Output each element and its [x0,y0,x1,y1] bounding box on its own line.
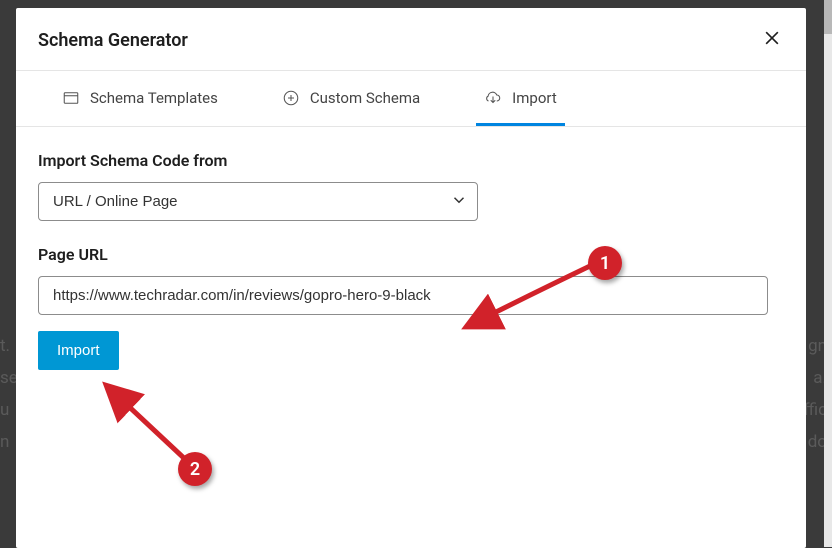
scroll-thumb[interactable] [824,0,832,34]
url-label: Page URL [38,245,784,264]
scrollbar[interactable] [824,0,832,547]
tab-label: Custom Schema [310,89,420,107]
modal-body: Import Schema Code from Page URL Import [16,127,806,394]
templates-icon [62,89,80,107]
schema-generator-modal: Schema Generator Schema Templates Custom… [16,8,806,548]
source-select[interactable] [38,182,478,221]
modal-header: Schema Generator [16,8,806,71]
tabs: Schema Templates Custom Schema Import [16,71,806,127]
page-url-input[interactable] [38,276,768,315]
close-button[interactable] [760,28,784,52]
plus-circle-icon [282,89,300,107]
url-input-wrap [38,276,784,315]
tab-label: Import [512,89,557,107]
import-button[interactable]: Import [38,331,119,370]
source-label: Import Schema Code from [38,151,784,170]
cloud-download-icon [484,89,502,107]
source-select-wrap [38,182,478,221]
modal-title: Schema Generator [38,30,188,51]
tab-label: Schema Templates [90,89,218,107]
tab-import[interactable]: Import [476,71,565,126]
close-icon [762,28,782,52]
tab-schema-templates[interactable]: Schema Templates [54,71,226,126]
tab-custom-schema[interactable]: Custom Schema [274,71,428,126]
